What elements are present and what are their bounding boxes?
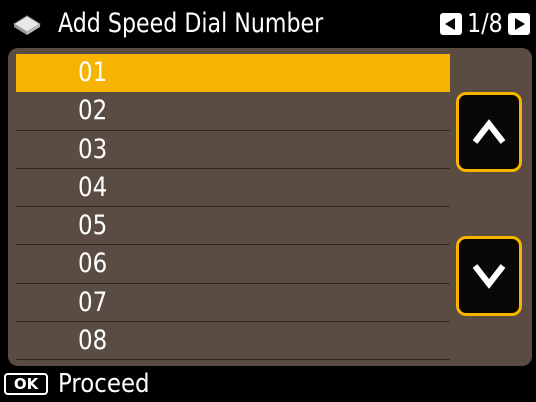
scroll-down-button[interactable]: [456, 236, 522, 316]
page-indicator: 1/8: [440, 9, 530, 39]
list-item[interactable]: 06: [16, 245, 450, 284]
page-title: Add Speed Dial Number: [58, 8, 324, 39]
previous-page-arrow-icon[interactable]: [440, 13, 463, 35]
list-item-label: 06: [78, 248, 108, 280]
speed-dial-panel: 01 02 03 04 05 06 07 08: [8, 48, 532, 366]
list-item[interactable]: 05: [16, 207, 450, 246]
page-indicator-text: 1/8: [467, 9, 503, 39]
title-bar: Add Speed Dial Number 1/8: [0, 0, 536, 48]
list-item-label: 02: [78, 95, 108, 127]
phonebook-icon: [13, 15, 41, 35]
scroll-up-button[interactable]: [456, 92, 522, 172]
chevron-down-icon: [472, 264, 506, 289]
ok-key-icon: OK: [4, 373, 48, 395]
list-item-label: 07: [78, 286, 108, 318]
footer-bar: OK Proceed: [0, 366, 536, 402]
list-item[interactable]: 02: [16, 92, 450, 131]
list-item[interactable]: 08: [16, 322, 450, 361]
chevron-up-icon: [472, 119, 506, 144]
proceed-hint: Proceed: [58, 369, 150, 399]
list-item-label: 03: [78, 133, 108, 165]
list-item-label: 05: [78, 210, 108, 242]
list-item[interactable]: 07: [16, 284, 450, 323]
lcd-screen: Add Speed Dial Number 1/8 01 02 03 04 05: [0, 0, 536, 402]
list-item[interactable]: 01: [16, 54, 450, 93]
speed-dial-list: 01 02 03 04 05 06 07 08: [16, 54, 450, 361]
list-item-label: 01: [78, 57, 108, 88]
list-item-label: 08: [78, 325, 108, 357]
list-item[interactable]: 04: [16, 169, 450, 208]
list-item[interactable]: 03: [16, 131, 450, 169]
list-item-label: 04: [78, 171, 108, 203]
next-page-arrow-icon[interactable]: [508, 13, 530, 35]
